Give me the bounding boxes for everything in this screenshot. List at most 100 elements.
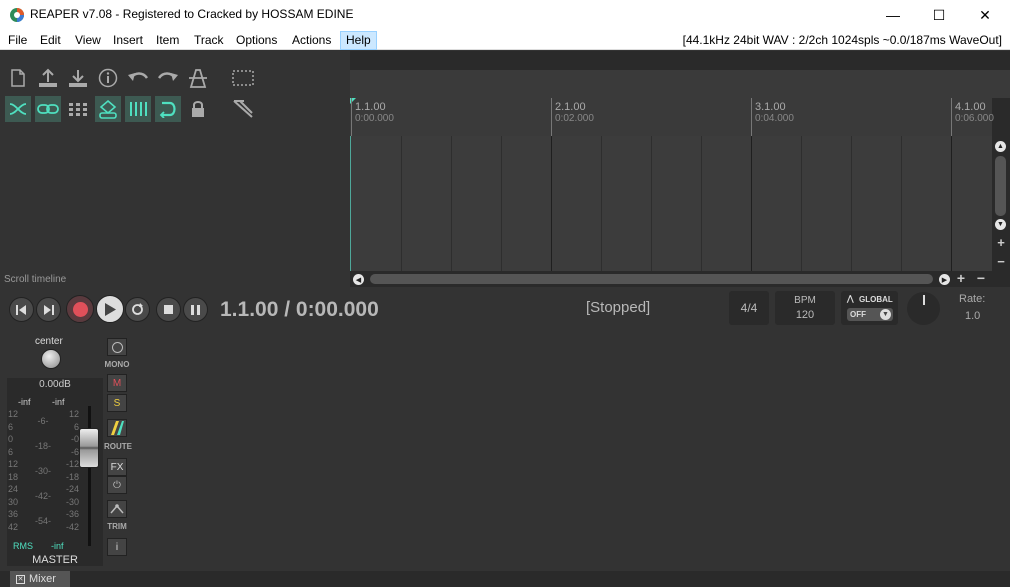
scale-tick: -30- [35,466,52,476]
time-display[interactable]: 1.1.00 / 0:00.000 [220,298,379,322]
fx-button[interactable]: FX [107,458,127,476]
menu-options[interactable]: Options [230,31,283,50]
save-project-icon[interactable] [65,65,91,91]
pause-button[interactable] [183,297,208,322]
go-to-start-button[interactable] [9,297,34,322]
master-volume-readout[interactable]: 0.00dB [7,379,103,390]
undo-icon[interactable] [125,65,151,91]
close-button[interactable]: ✕ [962,0,1008,30]
vertical-scroll-thumb[interactable] [995,156,1006,216]
mute-button[interactable]: M [107,374,127,392]
chevron-down-icon: ▼ [880,309,891,320]
menu-item[interactable]: Item [150,31,185,50]
scale-tick: -12 [65,459,79,469]
track-area[interactable] [350,136,992,271]
bpm-display[interactable]: BPM 120 [775,291,835,325]
go-to-end-button[interactable] [36,297,61,322]
menu-insert[interactable]: Insert [107,31,149,50]
redo-icon[interactable] [155,65,181,91]
gridline [701,136,702,271]
route-button[interactable] [107,419,127,437]
bpm-value: 120 [795,309,815,321]
ruler-region-lane[interactable] [350,70,1010,98]
horizontal-scroll-thumb[interactable] [370,274,933,284]
zoom-out-horizontal-icon[interactable]: − [975,270,987,286]
horizontal-scrollbar[interactable]: ◀ ▶ + − [350,270,1010,287]
scale-tick: 30 [8,496,19,507]
ruler-time-label: 0:06.000 [955,113,994,124]
global-label: GLOBAL [859,295,893,304]
metronome-icon[interactable] [185,65,211,91]
record-button[interactable] [66,295,94,323]
play-button[interactable] [96,295,124,323]
menu-bar: File Edit View Insert Item Track Options… [0,30,1010,50]
bpm-label: BPM [794,295,816,306]
link-icon[interactable] [35,96,61,122]
scale-tick: -42 [65,521,79,532]
track-info-button[interactable]: i [107,538,127,556]
close-docker-icon[interactable]: ✕ [16,574,25,584]
scroll-left-icon[interactable]: ◀ [353,274,364,285]
scale-tick: 0 [8,434,14,444]
repeat-button[interactable] [125,297,150,322]
project-info-icon[interactable] [95,65,121,91]
time-signature-display[interactable]: 4/4 [729,291,769,325]
zoom-in-vertical-icon[interactable]: + [995,235,1007,250]
audio-device-status[interactable]: [44.1kHz 24bit WAV : 2/2ch 1024spls ~0.0… [683,33,1002,47]
menu-track[interactable]: Track [188,31,230,50]
trim-envelope-button[interactable] [107,500,127,518]
playrate-knob[interactable] [907,292,940,325]
fader-track [88,406,91,546]
menu-edit[interactable]: Edit [34,31,67,50]
fx-bypass-button[interactable]: ⏻ [107,476,127,494]
scroll-right-icon[interactable]: ▶ [939,274,950,285]
scroll-up-icon[interactable]: ▲ [995,141,1006,152]
global-automation-button[interactable]: ⋀ GLOBAL OFF ▼ [841,291,898,325]
ruler-time-label: 0:00.000 [355,113,394,124]
new-project-icon[interactable] [5,65,31,91]
mixer-tab[interactable]: ✕ Mixer [10,571,70,587]
zoom-out-vertical-icon[interactable]: − [995,254,1007,269]
menu-file[interactable]: File [2,31,33,50]
maximize-button[interactable]: ☐ [916,0,962,30]
menu-actions[interactable]: Actions [286,31,337,50]
open-project-icon[interactable] [35,65,61,91]
timeline-ruler[interactable]: 1.1.00 0:00.000 2.1.00 0:02.000 3.1.00 0… [350,98,994,136]
peak-left-readout[interactable]: -inf [18,397,31,407]
gridline [601,136,602,271]
loop-icon[interactable] [155,96,181,122]
mono-icon [111,341,123,353]
lock-icon[interactable] [185,96,211,122]
zoom-in-horizontal-icon[interactable]: + [955,270,967,286]
ruler-bar-label: 4.1.00 [955,101,986,113]
gridline [551,136,552,271]
stop-button[interactable] [156,297,181,322]
master-fader[interactable] [79,428,99,468]
docker-tab-bar: ✕ Mixer [0,571,1010,587]
scale-tick: -6 [70,446,79,457]
rate-value[interactable]: 1.0 [965,310,980,322]
vertical-scrollbar[interactable]: ▲ ▼ + − [992,136,1010,271]
rate-label: Rate: [959,293,986,305]
solo-button[interactable]: S [107,394,127,412]
gridline [401,136,402,271]
group-icon[interactable] [95,96,121,122]
knob-pointer [923,295,925,305]
scale-tick: -42- [35,491,52,501]
ruler-bar-label: 3.1.00 [755,101,786,113]
snap-grid-icon[interactable] [125,96,151,122]
master-track-name: MASTER [32,554,78,566]
grid-icon[interactable] [65,96,91,122]
ripple-edit-icon[interactable] [5,96,31,122]
scroll-down-icon[interactable]: ▼ [995,219,1006,230]
menu-help[interactable]: Help [340,31,377,50]
selection-icon[interactable] [230,65,256,91]
minimize-button[interactable]: — [870,0,916,30]
peak-right-readout[interactable]: -inf [52,397,65,407]
trim-tool-icon[interactable] [230,96,256,122]
global-dropdown[interactable]: OFF ▼ [847,308,893,321]
menu-view[interactable]: View [69,31,107,50]
pan-knob[interactable] [41,349,61,369]
mono-button[interactable] [107,338,127,356]
route-icon [111,421,124,435]
